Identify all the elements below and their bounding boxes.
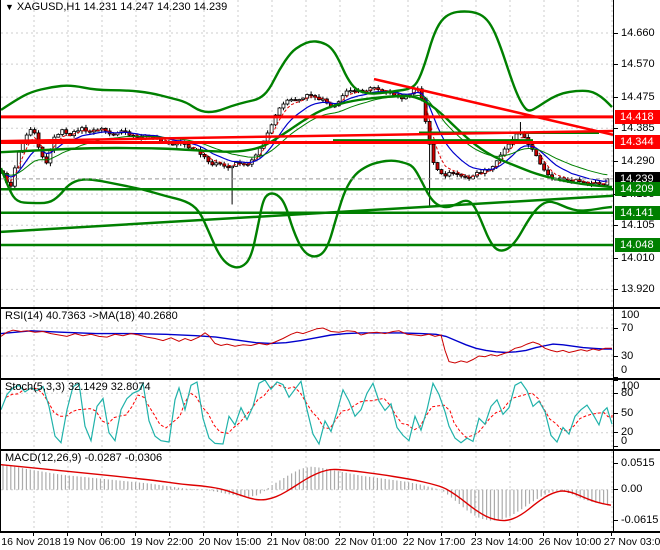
- price-axis-label: 14.660: [621, 26, 655, 39]
- indicator-axis-label: 0: [621, 363, 628, 376]
- symbol-ohlc-text: XAGUSD,H1 14.231 14.247 14.230 14.239: [16, 1, 228, 13]
- axis-tick: [614, 445, 618, 447]
- axis-tick: [614, 432, 618, 434]
- time-axis[interactable]: 16 Nov 2018 19 Nov 06:00 19 Nov 22:00 20 No…: [0, 533, 660, 550]
- axis-tick: [614, 355, 618, 357]
- symbol-title: ▼ XAGUSD,H1 14.231 14.247 14.230 14.239: [5, 1, 227, 13]
- price-tag: 14.418: [615, 109, 660, 124]
- price-axis-label: 13.920: [621, 282, 655, 295]
- indicator-axis-label: 30: [621, 349, 634, 362]
- axis-tick: [614, 257, 618, 259]
- price-axis-label: 14.475: [621, 90, 655, 103]
- indicator-axis-label: 80: [621, 386, 634, 399]
- axis-tick: [614, 379, 618, 381]
- main-plot[interactable]: [1, 0, 613, 307]
- macd-axis: 0.0515 0.00 -0.0615: [613, 451, 660, 531]
- time-axis-label: 19 Nov 22:00: [130, 536, 194, 548]
- price-tag: 14.209: [615, 182, 660, 197]
- time-axis-label: 22 Nov 17:00: [402, 536, 466, 548]
- axis-tick: [614, 288, 618, 290]
- indicator-axis-label: 0.00: [621, 483, 643, 496]
- rsi-axis: 100 70 30 0: [613, 306, 660, 378]
- axis-tick: [614, 392, 618, 394]
- time-axis-label: 20 Nov 15:00: [198, 536, 262, 548]
- axis-tick: [614, 63, 618, 65]
- price-axis-label: 14.570: [621, 57, 655, 70]
- macd-histogram: [2, 464, 609, 521]
- axis-tick: [614, 519, 618, 521]
- rsi-label: RSI(14) 40.7363 ->MA(18) 40.2680: [5, 310, 178, 322]
- time-axis-label: 27 Nov 03:00: [603, 536, 660, 548]
- time-axis-label: 22 Nov 01:00: [334, 536, 398, 548]
- indicator-axis-label: 0: [621, 434, 628, 447]
- stochastic-label: Stoch(5,3,3) 32.1429 32.8074: [5, 381, 151, 393]
- price-tag: 14.344: [615, 135, 660, 150]
- time-axis-label: 26 Nov 10:00: [538, 536, 602, 548]
- axis-tick: [614, 127, 618, 129]
- indicator-axis-label: 70: [621, 321, 634, 334]
- rsi-panel[interactable]: RSI(14) 40.7363 ->MA(18) 40.2680 100 70 30…: [0, 306, 660, 378]
- indicator-axis-label: 0.0515: [621, 457, 655, 470]
- axis-tick: [614, 327, 618, 329]
- time-axis-label: 19 Nov 06:00: [62, 536, 126, 548]
- axis-tick: [614, 412, 618, 414]
- indicator-axis-label: 50: [621, 406, 634, 419]
- indicator-axis-label: -0.0615: [621, 513, 659, 526]
- time-axis-label: 23 Nov 14:00: [470, 536, 534, 548]
- axis-tick: [614, 489, 618, 491]
- axis-tick: [614, 32, 618, 34]
- symbol-dropdown-icon[interactable]: ▼: [5, 2, 14, 12]
- axis-tick: [614, 224, 618, 226]
- indicator-axis-label: 100: [621, 308, 640, 321]
- price-tag: 14.141: [615, 205, 660, 220]
- macd-label: MACD(12,26,9) -0.0287 -0.0306: [5, 452, 163, 464]
- mt4-chart-window: ▼ XAGUSD,H1 14.231 14.247 14.230 14.239 1…: [0, 0, 660, 550]
- axis-tick: [614, 306, 618, 308]
- price-tag: 14.048: [615, 237, 660, 252]
- descending-red-trendline: [373, 77, 613, 137]
- macd-panel[interactable]: MACD(12,26,9) -0.0287 -0.0306 0.0515 0.00…: [0, 451, 660, 531]
- time-axis-label: 16 Nov 2018: [1, 536, 61, 548]
- main-price-axis: 14.66014.57014.47514.38514.29014.19514.1…: [613, 0, 660, 307]
- stochastic-panel[interactable]: Stoch(5,3,3) 32.1429 32.8074 100 80 50 20 0: [0, 379, 660, 449]
- price-axis-label: 14.010: [621, 251, 655, 264]
- axis-tick: [614, 160, 618, 162]
- price-axis-label: 14.290: [621, 154, 655, 167]
- stochastic-axis: 100 80 50 20 0: [613, 379, 660, 449]
- price-axis-label: 14.105: [621, 218, 655, 231]
- time-axis-label: 21 Nov 08:00: [266, 536, 330, 548]
- main-chart-panel[interactable]: ▼ XAGUSD,H1 14.231 14.247 14.230 14.239 1…: [0, 0, 660, 307]
- axis-tick: [614, 96, 618, 98]
- axis-tick: [614, 463, 618, 465]
